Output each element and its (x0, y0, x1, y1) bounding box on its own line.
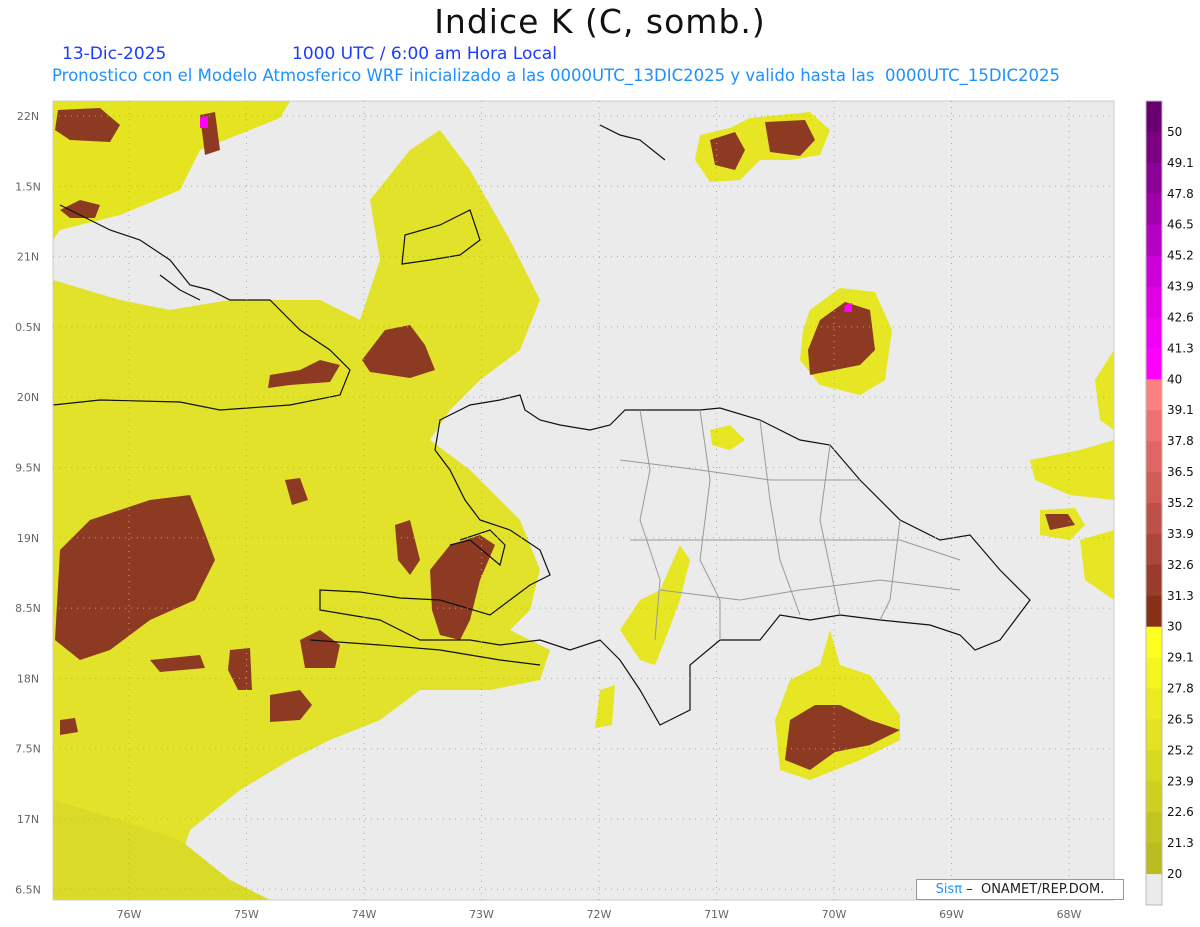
colorbar-label: 42.6 (1167, 310, 1194, 324)
lon-label: 73W (469, 908, 494, 921)
colorbar-segment (1146, 472, 1162, 504)
lat-label: 20N (17, 391, 39, 404)
colorbar-label: 50 (1167, 125, 1182, 139)
colorbar-label: 31.3 (1167, 589, 1194, 603)
credit-box: Sisπ – ONAMET/REP.DOM. (916, 879, 1124, 900)
colorbar-label: 49.1 (1167, 156, 1194, 170)
colorbar-segment (1146, 657, 1162, 690)
colorbar-label: 27.8 (1167, 682, 1194, 696)
lat-label: 9.5N (15, 462, 41, 475)
colorbar-segment (1146, 843, 1162, 875)
colorbar-label: 40 (1167, 372, 1182, 386)
colorbar-label: 23.9 (1167, 774, 1194, 788)
lon-label: 70W (822, 908, 847, 921)
colorbar-label: 32.6 (1167, 558, 1194, 572)
lat-label: 8.5N (15, 602, 41, 615)
lat-label: 17N (17, 813, 39, 826)
colorbar-segment (1146, 101, 1162, 133)
colorbar-segment (1146, 410, 1162, 442)
colorbar-segment (1146, 626, 1162, 659)
colorbar-segment (1146, 688, 1162, 720)
lon-label: 72W (587, 908, 612, 921)
lat-label: 1.5N (15, 180, 41, 193)
colorbar-label: 25.2 (1167, 743, 1194, 757)
forecast-time: 1000 UTC / 6:00 am Hora Local (292, 44, 557, 64)
colorbar-segment (1146, 441, 1162, 473)
colorbar-label: 21.3 (1167, 836, 1194, 850)
colorbar-label: 43.9 (1167, 280, 1194, 294)
colorbar-segment (1146, 750, 1162, 782)
colorbar-segment (1146, 193, 1162, 226)
credit-text: – ONAMET/REP.DOM. (962, 882, 1105, 897)
forecast-date: 13-Dic-2025 (62, 44, 167, 64)
colorbar-label: 33.9 (1167, 527, 1194, 541)
colorbar-segment (1146, 533, 1162, 566)
colorbar-segment (1146, 564, 1162, 597)
colorbar-label: 36.5 (1167, 465, 1194, 479)
colorbar-label: 29.1 (1167, 651, 1194, 665)
colorbar-label: 35.2 (1167, 496, 1194, 510)
lon-label: 68W (1057, 908, 1082, 921)
colorbar-segment (1146, 379, 1162, 411)
colorbar-label: 39.1 (1167, 403, 1194, 417)
lon-label: 74W (352, 908, 377, 921)
colorbar-label: 26.5 (1167, 712, 1194, 726)
colorbar-label: 20 (1167, 867, 1182, 881)
lat-label: 6.5N (15, 883, 41, 896)
credit-brand: Sisπ (935, 882, 963, 897)
colorbar-label: 47.8 (1167, 187, 1194, 201)
lat-label: 7.5N (15, 743, 41, 756)
colorbar-label: 22.6 (1167, 805, 1194, 819)
colorbar-segment (1146, 595, 1162, 628)
lat-label: 19N (17, 532, 39, 545)
colorbar-label: 45.2 (1167, 249, 1194, 263)
lon-label: 75W (234, 908, 259, 921)
colorbar-segment (1146, 131, 1162, 164)
lat-label: 18N (17, 672, 39, 685)
colorbar: 50 49.1 47.8 46.5 45.2 43.9 42.6 41.3 40 39.1 37.8… (1145, 100, 1194, 906)
colorbar-segment (1146, 162, 1162, 195)
colorbar-segment (1146, 348, 1162, 380)
colorbar-label: 41.3 (1167, 341, 1194, 355)
lat-label: 0.5N (15, 321, 41, 334)
colorbar-segment (1146, 317, 1162, 349)
colorbar-segment (1146, 812, 1162, 844)
colorbar-label: 37.8 (1167, 434, 1194, 448)
colorbar-segment (1146, 781, 1162, 813)
colorbar-segment (1146, 224, 1162, 257)
colorbar-segment (1146, 719, 1162, 751)
lat-label: 21N (17, 251, 39, 264)
colorbar-segment (1146, 874, 1162, 906)
k-index-map: 76W 75W 74W 73W 72W 71W 70W 69W 68W 22N 1.5N 21N 0.5… (15, 100, 1194, 921)
forecast-description: Pronostico con el Modelo Atmosferico WRF… (52, 66, 1060, 85)
map-title: Indice K (C, somb.) (434, 2, 766, 41)
lat-label: 22N (17, 110, 39, 123)
lon-label: 71W (704, 908, 729, 921)
colorbar-label: 46.5 (1167, 218, 1194, 232)
colorbar-segment (1146, 255, 1162, 288)
colorbar-label: 30 (1167, 620, 1182, 634)
lon-label: 69W (939, 908, 964, 921)
colorbar-segment (1146, 503, 1162, 535)
lon-label: 76W (117, 908, 142, 921)
colorbar-segment (1146, 286, 1162, 318)
